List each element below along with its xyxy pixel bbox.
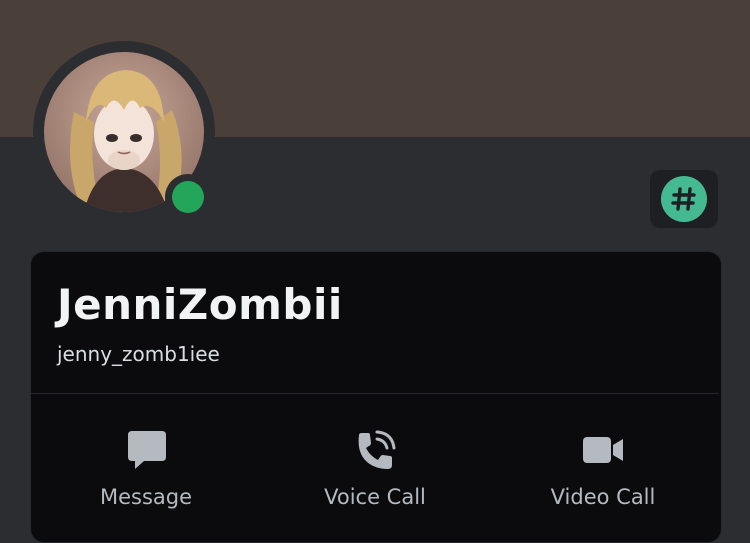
display-name: JenniZombii — [57, 280, 343, 329]
hashtag-badge-icon — [661, 176, 707, 222]
video-camera-icon — [503, 429, 703, 473]
message-button[interactable]: Message — [46, 415, 246, 517]
username: jenny_zomb1iee — [57, 342, 220, 366]
divider — [31, 393, 719, 394]
message-icon — [46, 429, 246, 473]
video-call-label: Video Call — [550, 485, 656, 509]
profile-badge[interactable] — [650, 170, 718, 228]
voice-call-label: Voice Call — [324, 485, 426, 509]
phone-icon — [275, 429, 475, 473]
online-status-indicator — [172, 181, 204, 213]
video-call-button[interactable]: Video Call — [503, 415, 703, 517]
message-label: Message — [99, 485, 193, 509]
voice-call-button[interactable]: Voice Call — [275, 415, 475, 517]
